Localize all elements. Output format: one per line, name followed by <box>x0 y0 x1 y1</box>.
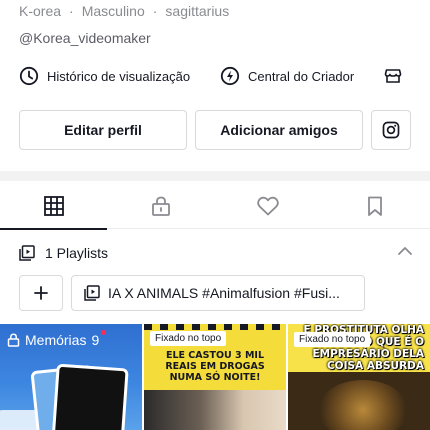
instagram-button[interactable] <box>371 110 411 150</box>
playlists-count: 1 Playlists <box>45 245 109 261</box>
separator: · <box>152 3 158 19</box>
video-caption: ELE CASTOU 3 MIL REAIS EM DROGAS NUMA SÓ… <box>165 350 265 383</box>
memories-label: Memórias 9 <box>7 332 99 348</box>
pinned-badge: Fixado no topo <box>150 331 227 346</box>
separator: · <box>69 3 74 19</box>
shop-link[interactable] <box>383 62 403 90</box>
profile-links: Histórico de visualização Central do Cri… <box>0 62 430 90</box>
grid-icon <box>43 196 64 216</box>
lock-icon <box>7 333 20 347</box>
add-friends-button[interactable]: Adicionar amigos <box>195 110 363 150</box>
profile-handle[interactable]: @Korea_videomaker <box>19 30 151 46</box>
playlist-chip[interactable]: IA X ANIMALS #Animalfusion #Fusi... <box>71 275 365 311</box>
pinned-badge: Fixado no topo <box>294 332 371 347</box>
section-divider <box>0 171 430 181</box>
memory-card-front <box>51 363 129 430</box>
playlist-icon <box>84 285 100 301</box>
bookmark-icon <box>367 196 382 216</box>
video-thumbnail-image <box>318 380 408 430</box>
profile-meta: K-orea · Masculino · sagittarius <box>19 3 229 19</box>
shop-icon <box>384 69 402 83</box>
playlists-header: 1 Playlists <box>19 242 108 264</box>
clock-icon <box>19 66 39 86</box>
notification-dot <box>101 330 106 335</box>
playlist-icon <box>19 245 35 261</box>
playlist-name: IA X ANIMALS #Animalfusion #Fusi... <box>108 285 340 301</box>
edit-profile-button[interactable]: Editar perfil <box>19 110 187 150</box>
meta-gender: Masculino <box>81 3 145 19</box>
lock-icon <box>151 196 170 216</box>
instagram-icon <box>382 121 400 139</box>
memories-text: Memórias <box>25 332 87 348</box>
video-thumbnail-image <box>144 390 286 430</box>
history-link[interactable]: Histórico de visualização <box>19 62 190 90</box>
creator-center-link[interactable]: Central do Criador <box>220 62 354 90</box>
video-tile-pinned-1[interactable]: Fixado no topo ELE CASTOU 3 MIL REAIS EM… <box>144 324 286 430</box>
heart-icon <box>256 196 279 216</box>
video-tile-pinned-2[interactable]: E PROSTITUTA OLHA SÓ QUE É O EMPRESÁRIO … <box>288 324 430 430</box>
creator-center-label: Central do Criador <box>248 68 355 84</box>
profile-tabs <box>0 183 430 230</box>
hazard-stripes <box>144 324 286 330</box>
tab-private[interactable] <box>107 183 214 229</box>
history-label: Histórico de visualização <box>47 68 191 84</box>
lightning-icon <box>220 66 240 86</box>
meta-region: K-orea <box>19 3 62 19</box>
tab-liked[interactable] <box>214 183 321 229</box>
tab-favorites[interactable] <box>321 183 428 229</box>
plus-icon <box>34 286 48 300</box>
add-playlist-button[interactable] <box>19 275 63 311</box>
active-tab-indicator <box>0 228 107 230</box>
memories-tile[interactable]: Memórias 9 <box>0 324 142 430</box>
meta-sign: sagittarius <box>165 3 230 19</box>
tab-videos[interactable] <box>0 183 107 230</box>
chevron-up-icon[interactable] <box>396 244 414 258</box>
memories-count: 9 <box>91 332 100 348</box>
